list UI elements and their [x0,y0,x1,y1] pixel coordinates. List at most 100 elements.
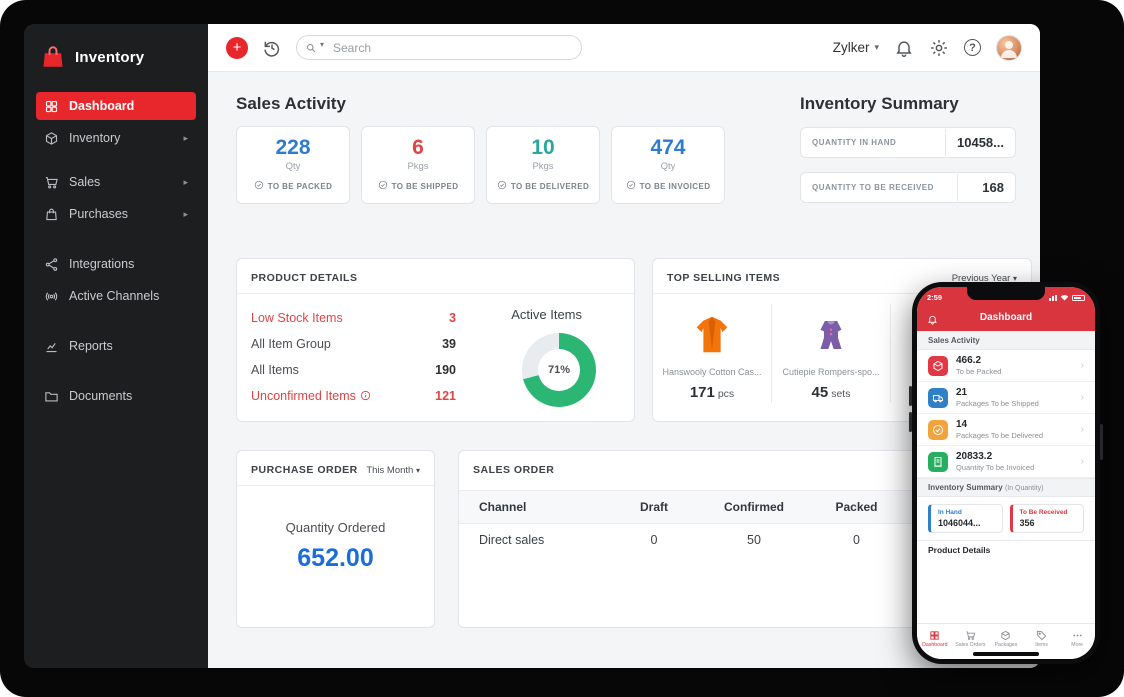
to-be-received-box[interactable]: To Be Received 356 [1009,504,1084,533]
all-item-group-row[interactable]: All Item Group 39 [251,337,456,351]
row-value: 20833.2 [956,451,993,462]
phone-title-bar: Dashboard [927,304,1085,330]
sidebar-item-documents[interactable]: Documents [36,382,196,410]
topbar: + ▾ Zylker ▾ ? [208,24,1040,72]
quick-create-button[interactable]: + [226,36,248,59]
quantity-to-be-received-box: QUANTITY TO BE RECEIVED 168 [800,172,1016,203]
dashboard-icon [930,630,939,640]
row-value: 14 [956,419,968,430]
to-be-invoiced-card[interactable]: 474 Qty TO BE INVOICED [611,126,725,204]
phone-volume-up-button [909,386,912,406]
settings-button[interactable] [929,38,949,58]
home-indicator [973,652,1039,656]
low-stock-items-row[interactable]: Low Stock Items 3 [251,311,456,325]
sidebar-item-active-channels[interactable]: Active Channels [36,282,196,310]
recent-history-button[interactable] [262,38,282,58]
wifi-icon [1060,295,1069,301]
sidebar-item-label: Purchases [69,207,129,221]
chevron-down-icon: ▾ [415,465,420,475]
sidebar-item-label: Active Channels [69,289,160,303]
delivered-icon [928,419,948,440]
top-selling-title: TOP SELLING ITEMS [667,272,781,284]
in-hand-box[interactable]: In Hand 1046044... [928,504,1003,533]
to-be-received-value: 356 [1019,518,1035,528]
sidebar-item-label: Dashboard [69,99,135,113]
sidebar-item-sales[interactable]: Sales ▸ [36,168,196,196]
col-channel: Channel [479,500,527,514]
card-label: TO BE PACKED [267,181,333,191]
nav-items[interactable]: Items [1024,624,1060,653]
to-be-received-label: To Be Received [1019,509,1068,516]
cell-packed: 0 [853,533,860,547]
phone-notch [967,287,1045,300]
unconfirmed-items-row[interactable]: Unconfirmed Items 121 [251,389,456,403]
nav-sales-orders[interactable]: Sales Orders [953,624,989,653]
nav-packages[interactable]: Packages [988,624,1024,653]
row-label: Unconfirmed Items [251,389,371,403]
nav-dashboard[interactable]: Dashboard [917,624,953,653]
phone-row-to-be-shipped[interactable]: 21 Packages To be Shipped › [917,382,1095,414]
in-hand-value: 1046044... [938,518,981,528]
row-label: All Item Group [251,337,331,351]
quantity-in-hand-label: QUANTITY IN HAND [812,138,897,147]
purchase-order-card: PURCHASE ORDER This Month ▾ Quantity Ord… [236,450,435,628]
org-name: Zylker [832,40,870,55]
product-unit: sets [831,388,851,400]
bell-icon[interactable] [927,312,938,325]
quantity-in-hand-box: QUANTITY IN HAND 10458... [800,127,1016,158]
nav-more[interactable]: More [1059,624,1095,653]
quantity-ordered-value: 652.00 [297,544,374,572]
to-be-delivered-card[interactable]: 10 Pkgs TO BE DELIVERED [486,126,600,204]
box-icon [1001,630,1011,640]
sidebar: Inventory Dashboard Inventory ▸ Sales ▸ … [24,24,208,668]
check-circle-icon [626,180,636,192]
to-be-packed-card[interactable]: 228 Qty TO BE PACKED [236,126,350,204]
sidebar-item-purchases[interactable]: Purchases ▸ [36,200,196,228]
product-details-rows: Low Stock Items 3 All Item Group 39 All … [251,311,456,415]
invoice-icon [928,451,948,472]
sidebar-item-reports[interactable]: Reports [36,332,196,360]
tag-icon [1036,630,1047,640]
top-selling-item[interactable]: Cutiepie Rompers-spo... 45 sets [772,304,891,403]
help-button[interactable]: ? [964,39,981,56]
topbar-actions: Zylker ▾ ? [833,34,1022,61]
search-box: ▾ [296,35,582,60]
sidebar-item-label: Reports [69,339,113,353]
row-value: 39 [442,337,456,351]
row-label: Packages To be Shipped [956,399,1039,408]
top-selling-item[interactable]: Hanswooly Cotton Cas... 171 pcs [653,304,772,403]
inventory-logo-icon [40,44,66,70]
phone-row-to-be-invoiced[interactable]: 20833.2 Quantity To be Invoiced › [917,446,1095,478]
packed-icon [928,355,948,376]
active-items-label: Active Items [511,307,582,322]
check-circle-icon [378,180,388,192]
sidebar-item-label: Sales [69,175,101,189]
all-items-row[interactable]: All Items 190 [251,363,456,377]
status-time: 2:59 [927,293,943,302]
search-input[interactable] [296,35,582,60]
phone-row-to-be-packed[interactable]: 466.2 To be Packed › [917,350,1095,382]
dashboard-icon [44,99,59,114]
user-avatar[interactable] [996,34,1022,61]
period-dropdown[interactable]: This Month ▾ [366,465,420,476]
row-label: Quantity To be Invoiced [956,463,1035,472]
app-window: Inventory Dashboard Inventory ▸ Sales ▸ … [0,0,1124,697]
sales-activity-title: Sales Activity [236,94,346,113]
status-icons [1049,294,1085,301]
more-dots-icon [1073,634,1082,636]
phone-row-to-be-delivered[interactable]: 14 Packages To be Delivered › [917,414,1095,446]
row-label: To be Packed [956,367,1002,376]
search-scope-caret-icon[interactable]: ▾ [320,40,324,49]
sidebar-item-integrations[interactable]: Integrations [36,250,196,278]
to-be-shipped-card[interactable]: 6 Pkgs TO BE SHIPPED [361,126,475,204]
sidebar-item-dashboard[interactable]: Dashboard [36,92,196,120]
quantity-ordered-label: Quantity Ordered [285,520,386,535]
org-switcher[interactable]: Zylker ▾ [833,40,879,55]
sidebar-item-label: Integrations [69,257,135,271]
sidebar-item-inventory[interactable]: Inventory ▸ [36,124,196,152]
product-qty: 171 [689,384,715,401]
notifications-button[interactable] [894,38,914,58]
to-be-invoiced-value: 474 [650,136,686,159]
card-label: TO BE SHIPPED [391,181,459,191]
col-draft: Draft [639,500,668,514]
